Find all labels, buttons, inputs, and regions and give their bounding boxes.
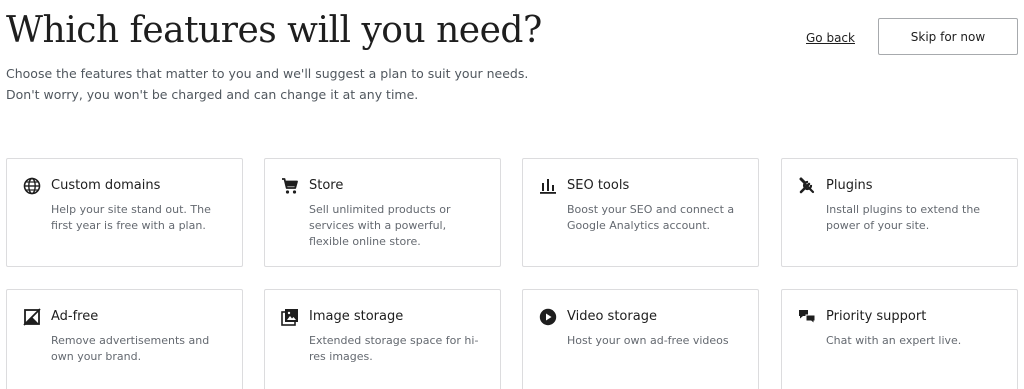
play-icon [539, 308, 557, 326]
subtitle-line-1: Choose the features that matter to you a… [6, 66, 529, 81]
feature-card-store[interactable]: Store Sell unlimited products or service… [264, 158, 501, 267]
page-subtitle: Choose the features that matter to you a… [6, 63, 606, 105]
feature-title: Store [309, 178, 344, 193]
feature-title: Ad-free [51, 309, 99, 324]
feature-title: Custom domains [51, 178, 161, 193]
page-title: Which features will you need? [6, 10, 542, 51]
ad-free-icon [23, 308, 41, 326]
bar-chart-icon [539, 177, 557, 195]
go-back-link[interactable]: Go back [806, 31, 855, 45]
feature-description: Remove advertisements and own your brand… [51, 334, 210, 363]
skip-button[interactable]: Skip for now [878, 18, 1018, 55]
globe-icon [23, 177, 41, 195]
feature-description: Host your own ad-free videos [567, 334, 729, 347]
feature-card-custom-domains[interactable]: Custom domains Help your site stand out.… [6, 158, 243, 267]
feature-title: Video storage [567, 309, 657, 324]
feature-description: Help your site stand out. The first year… [51, 203, 211, 232]
feature-card-ad-free[interactable]: Ad-free Remove advertisements and own yo… [6, 289, 243, 389]
feature-description: Install plugins to extend the power of y… [826, 203, 981, 232]
chat-icon [798, 308, 816, 326]
feature-title: SEO tools [567, 178, 630, 193]
feature-title: Priority support [826, 309, 927, 324]
tools-icon [798, 177, 816, 195]
feature-title: Image storage [309, 309, 404, 324]
feature-card-image-storage[interactable]: Image storage Extended storage space for… [264, 289, 501, 389]
feature-title: Plugins [826, 178, 873, 193]
feature-card-seo-tools[interactable]: SEO tools Boost your SEO and connect a G… [522, 158, 759, 267]
feature-card-priority-support[interactable]: Priority support Chat with an expert liv… [781, 289, 1018, 389]
subtitle-line-2: Don't worry, you won't be charged and ca… [6, 87, 419, 102]
feature-description: Chat with an expert live. [826, 334, 962, 347]
feature-card-plugins[interactable]: Plugins Install plugins to extend the po… [781, 158, 1018, 267]
feature-description: Boost your SEO and connect a Google Anal… [567, 203, 735, 232]
feature-card-video-storage[interactable]: Video storage Host your own ad-free vide… [522, 289, 759, 389]
image-icon [281, 308, 299, 326]
feature-description: Sell unlimited products or services with… [309, 203, 451, 248]
cart-icon [281, 177, 299, 195]
feature-description: Extended storage space for hi-res images… [309, 334, 479, 363]
